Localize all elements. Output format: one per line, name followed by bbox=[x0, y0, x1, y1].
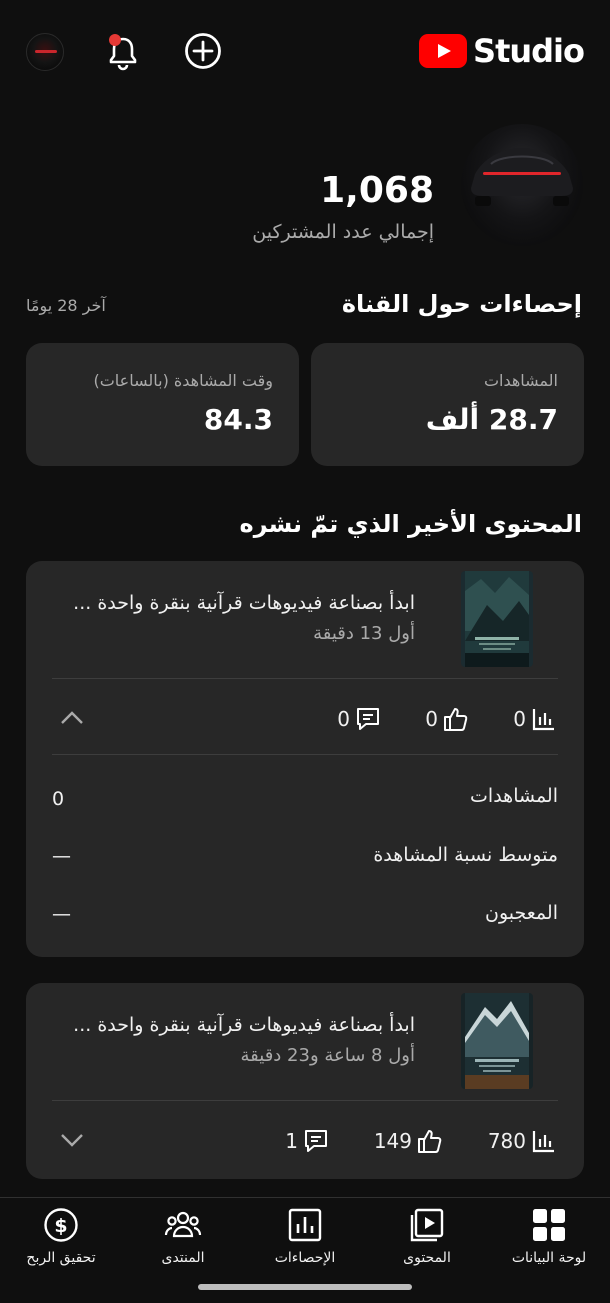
account-avatar[interactable] bbox=[26, 33, 64, 71]
analytics-icon bbox=[532, 709, 554, 731]
views-metric: 780 bbox=[488, 1127, 558, 1155]
content-card-2[interactable]: ابدأ بصناعة فيديوهات قرآنية بنقرة واحدة … bbox=[26, 983, 584, 1179]
comment-icon bbox=[305, 1130, 327, 1152]
nav-label: المنتدى bbox=[161, 1250, 205, 1266]
detail-likers-value: — bbox=[52, 903, 71, 925]
views-value: 28.7 ألف bbox=[425, 403, 558, 436]
comments-metric: 0 bbox=[337, 705, 382, 733]
card-divider bbox=[52, 1100, 558, 1101]
video-thumbnail[interactable] bbox=[461, 993, 533, 1089]
views-count: 780 bbox=[487, 1129, 526, 1153]
car-image bbox=[471, 148, 573, 206]
detail-avg-view-value: — bbox=[52, 845, 71, 867]
views-metric: 0 bbox=[513, 705, 558, 733]
thumbnail-image bbox=[461, 571, 533, 667]
comments-count: 1 bbox=[285, 1129, 298, 1153]
comments-count: 0 bbox=[337, 707, 350, 731]
channel-analytics-title: إحصاءات حول القناة bbox=[341, 290, 582, 318]
collapse-button[interactable] bbox=[58, 704, 86, 732]
subscribers-count: 1,068 bbox=[320, 170, 434, 211]
video-age: أول 13 دقيقة bbox=[313, 623, 415, 644]
create-icon bbox=[185, 33, 221, 69]
bell-icon bbox=[109, 34, 137, 71]
nav-analytics[interactable]: الإحصاءات bbox=[250, 1206, 360, 1276]
video-title[interactable]: ابدأ بصناعة فيديوهات قرآنية بنقرة واحدة … bbox=[73, 1014, 415, 1036]
card-divider bbox=[52, 754, 558, 755]
svg-text:$: $ bbox=[54, 1215, 67, 1237]
create-button[interactable] bbox=[183, 31, 223, 71]
channel-avatar[interactable] bbox=[461, 124, 583, 246]
notifications-button[interactable] bbox=[103, 30, 143, 74]
studio-logo: Studio bbox=[419, 30, 585, 72]
top-bar: Studio bbox=[0, 0, 610, 104]
analytics-icon bbox=[532, 1131, 554, 1153]
likes-count: 149 bbox=[373, 1129, 412, 1153]
card-divider bbox=[52, 678, 558, 679]
comment-icon bbox=[357, 708, 379, 730]
content-card-1[interactable]: ابدأ بصناعة فيديوهات قرآنية بنقرة واحدة … bbox=[26, 561, 584, 957]
recent-content-title: المحتوى الأخير الذي تمّ نشره bbox=[239, 510, 582, 538]
chevron-down-icon bbox=[61, 1134, 83, 1147]
nav-content[interactable]: المحتوى bbox=[372, 1206, 482, 1276]
content-icon bbox=[410, 1208, 444, 1242]
nav-earn[interactable]: $ تحقيق الربح bbox=[6, 1206, 116, 1276]
video-age: أول 8 ساعة و23 دقيقة bbox=[240, 1045, 415, 1066]
youtube-logo-icon bbox=[419, 34, 468, 68]
likes-count: 0 bbox=[425, 707, 438, 731]
chevron-up-icon bbox=[61, 711, 83, 724]
thumbnail-image bbox=[461, 993, 533, 1089]
home-indicator[interactable] bbox=[198, 1284, 412, 1290]
nav-community[interactable]: المنتدى bbox=[128, 1206, 238, 1276]
nav-dashboard[interactable]: لوحة البيانات bbox=[494, 1206, 604, 1276]
notification-dot bbox=[109, 34, 121, 46]
thumbs-up-icon bbox=[444, 708, 468, 731]
nav-label: الإحصاءات bbox=[274, 1250, 336, 1266]
community-icon bbox=[164, 1211, 202, 1238]
analytics-icon bbox=[288, 1208, 322, 1242]
views-count: 0 bbox=[513, 707, 526, 731]
comments-metric: 1 bbox=[285, 1127, 330, 1155]
nav-label: تحقيق الربح bbox=[26, 1250, 96, 1266]
detail-likers-label: المعجبون bbox=[485, 902, 558, 924]
studio-wordmark: Studio bbox=[473, 32, 585, 70]
detail-views-label: المشاهدات bbox=[470, 785, 558, 807]
video-title[interactable]: ابدأ بصناعة فيديوهات قرآنية بنقرة واحدة … bbox=[73, 592, 415, 614]
likes-metric: 149 bbox=[374, 1127, 444, 1155]
watch-time-value: 84.3 bbox=[203, 403, 273, 436]
dashboard-icon bbox=[533, 1209, 565, 1241]
detail-avg-view-label: متوسط نسبة المشاهدة bbox=[373, 844, 558, 866]
watch-time-label: وقت المشاهدة (بالساعات) bbox=[93, 371, 273, 390]
subscribers-label: إجمالي عدد المشتركين bbox=[252, 221, 434, 243]
nav-label: لوحة البيانات bbox=[511, 1250, 587, 1266]
period-label: آخر 28 يومًا bbox=[26, 296, 106, 315]
views-card[interactable]: المشاهدات 28.7 ألف bbox=[311, 343, 584, 466]
watch-time-card[interactable]: وقت المشاهدة (بالساعات) 84.3 bbox=[26, 343, 299, 466]
earn-icon: $ bbox=[44, 1208, 78, 1242]
expand-button[interactable] bbox=[58, 1126, 86, 1154]
nav-label: المحتوى bbox=[403, 1250, 451, 1266]
likes-metric: 0 bbox=[425, 705, 470, 733]
views-label: المشاهدات bbox=[483, 371, 558, 390]
video-thumbnail[interactable] bbox=[461, 571, 533, 667]
thumbs-up-icon bbox=[418, 1130, 442, 1153]
detail-views-value: 0 bbox=[52, 788, 65, 810]
